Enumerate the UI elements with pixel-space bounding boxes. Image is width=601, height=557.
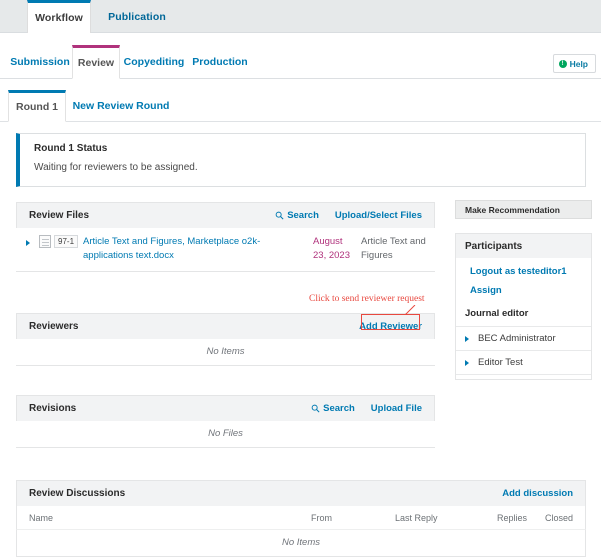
revisions-header: Revisions Search Upload File — [16, 395, 435, 421]
round-status-text: Waiting for reviewers to be assigned. — [34, 162, 198, 173]
review-files-header: Review Files Search Upload/Select Files — [16, 202, 435, 228]
participants-group-label: Journal editor — [465, 308, 529, 319]
tab-new-review-round[interactable]: New Review Round — [66, 90, 176, 122]
tab-submission[interactable]: Submission — [8, 45, 72, 79]
participant-row-bec-administrator[interactable]: BEC Administrator — [456, 326, 591, 350]
review-discussions-panel: Review Discussions Add discussion Name F… — [16, 480, 586, 557]
tab-review-label: Review — [77, 57, 115, 69]
tab-copyediting[interactable]: Copyediting — [120, 45, 188, 79]
tab-round-1[interactable]: Round 1 — [8, 90, 66, 122]
column-header-replies: Replies — [496, 512, 527, 523]
participants-title: Participants — [456, 234, 591, 258]
tab-publication-label: Publication — [108, 10, 166, 23]
reviewers-empty-message: No Items — [16, 339, 435, 366]
add-discussion-label: Add discussion — [502, 488, 573, 499]
triangle-right-icon[interactable] — [465, 336, 469, 342]
participants-panel: Participants Logout as testeditor1 Assig… — [455, 233, 592, 380]
tab-submission-label: Submission — [10, 56, 70, 68]
file-date: August 23, 2023 — [313, 236, 350, 261]
add-reviewer-button[interactable]: Add Reviewer — [359, 321, 422, 332]
annotation-text: Click to send reviewer request — [309, 294, 425, 304]
help-circle-icon: ! — [558, 59, 567, 68]
review-discussions-header: Review Discussions Add discussion — [16, 480, 586, 506]
column-header-from: From — [311, 512, 332, 523]
make-recommendation-button[interactable]: Make Recommendation — [455, 200, 592, 219]
file-id-badge: 97-1 — [54, 235, 79, 248]
revisions-title: Revisions — [29, 403, 77, 414]
tab-workflow[interactable]: Workflow — [27, 0, 91, 33]
revisions-panel: Revisions Search Upload File No Files — [16, 395, 435, 448]
make-recommendation-label: Make Recommendation — [465, 204, 560, 215]
upload-file-label: Upload File — [370, 403, 422, 414]
participant-row-editor-test[interactable]: Editor Test — [456, 350, 591, 374]
review-files-title: Review Files — [29, 210, 90, 221]
round-status-box: Round 1 Status Waiting for reviewers to … — [16, 133, 586, 187]
tab-production[interactable]: Production — [188, 45, 252, 79]
upload-file-button[interactable]: Upload File — [371, 403, 422, 414]
search-icon — [311, 404, 320, 413]
help-button[interactable]: ! Help — [552, 54, 596, 73]
file-name-link[interactable]: Article Text and Figures, Marketplace o2… — [83, 235, 292, 264]
participant-name: BEC Administrator — [478, 333, 556, 344]
search-icon — [275, 211, 284, 220]
review-files-search-button[interactable]: Search — [275, 210, 319, 221]
upload-select-files-label: Upload/Select Files — [334, 210, 422, 221]
add-discussion-button[interactable]: Add discussion — [502, 488, 573, 499]
assign-link[interactable]: Assign — [456, 277, 591, 296]
round-status-title: Round 1 Status — [34, 143, 108, 154]
column-header-last-reply: Last Reply — [395, 512, 438, 523]
document-icon — [39, 235, 51, 248]
column-header-closed: Closed — [544, 512, 573, 523]
reviewers-panel: Reviewers Add Reviewer No Items — [16, 313, 435, 366]
tab-publication[interactable]: Publication — [91, 0, 183, 33]
file-genre: Article Text and Figures — [361, 236, 426, 261]
revisions-search-button[interactable]: Search — [311, 403, 355, 414]
column-header-name: Name — [29, 512, 54, 523]
review-discussions-empty-message: No Items — [16, 530, 586, 557]
tab-new-review-round-label: New Review Round — [72, 100, 170, 112]
add-reviewer-label: Add Reviewer — [359, 321, 422, 332]
review-discussions-column-headers: Name From Last Reply Replies Closed — [16, 506, 586, 530]
triangle-right-icon[interactable] — [465, 360, 469, 366]
tab-copyediting-label: Copyediting — [123, 56, 185, 68]
review-files-panel: Review Files Search Upload/Select Files … — [16, 202, 435, 272]
reviewers-title: Reviewers — [29, 321, 79, 332]
tab-round-1-label: Round 1 — [16, 101, 58, 113]
review-discussions-title: Review Discussions — [29, 488, 126, 499]
logout-as-link[interactable]: Logout as testeditor1 — [456, 258, 591, 277]
reviewers-header: Reviewers Add Reviewer — [16, 313, 435, 339]
tab-production-label: Production — [192, 56, 248, 68]
table-row[interactable]: 97-1 Article Text and Figures, Marketpla… — [16, 228, 435, 272]
upload-select-files-button[interactable]: Upload/Select Files — [335, 210, 422, 221]
triangle-right-icon[interactable] — [26, 240, 30, 246]
tab-workflow-label: Workflow — [35, 12, 83, 24]
help-button-label: Help — [569, 58, 588, 69]
workflow-publication-tabbar: Workflow Publication — [0, 0, 601, 33]
participant-name: Editor Test — [478, 357, 523, 368]
review-files-search-label: Search — [287, 210, 319, 221]
tab-review[interactable]: Review — [72, 45, 120, 79]
revisions-empty-message: No Files — [16, 421, 435, 448]
participants-footer — [456, 374, 591, 379]
revisions-search-label: Search — [323, 403, 355, 414]
